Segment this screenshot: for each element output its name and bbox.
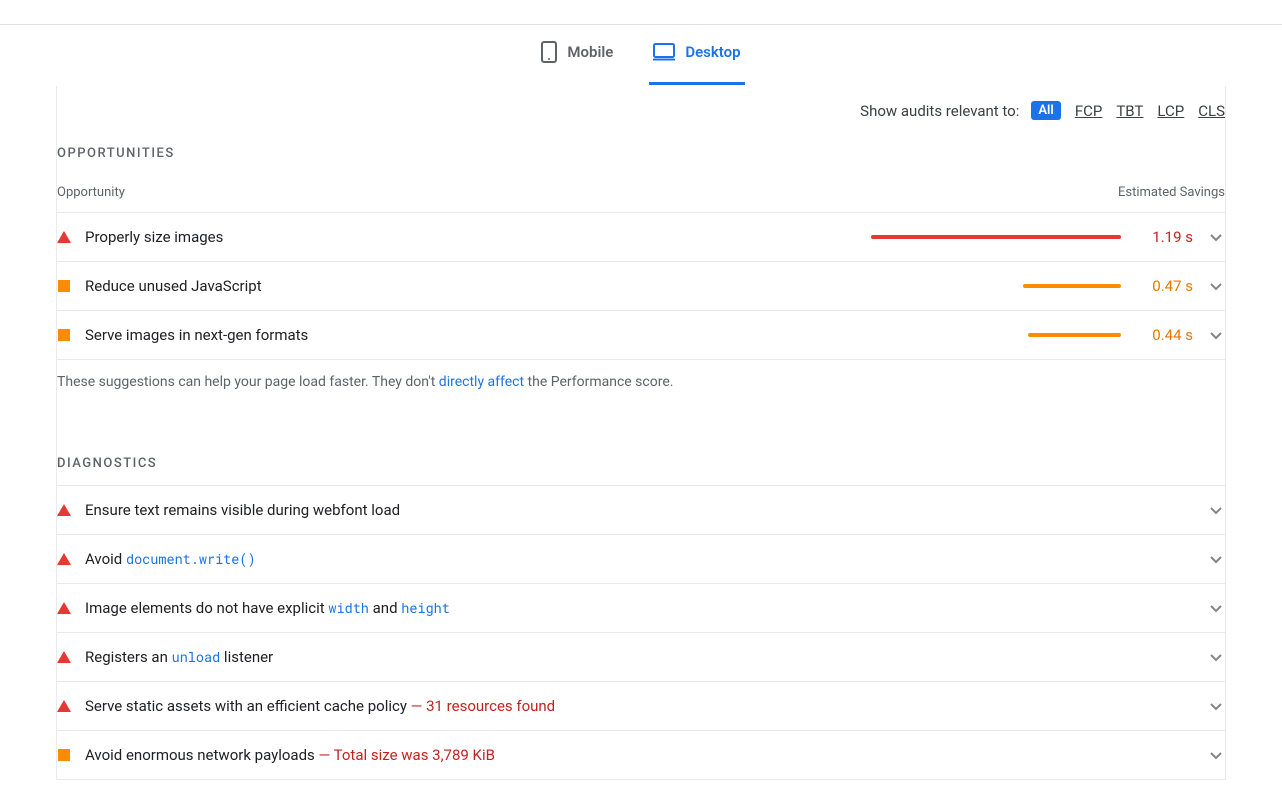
col-estimated-savings: Estimated Savings [1118,185,1225,200]
diagnostic-row[interactable]: Serve static assets with an efficient ca… [57,682,1225,731]
desktop-icon [653,43,675,61]
chevron-down-icon[interactable] [1207,699,1225,713]
savings-bar-area [871,284,1121,288]
savings-bar [1023,284,1121,288]
opportunity-row[interactable]: Properly size images 1.19 s [57,213,1225,262]
warn-square-icon [57,748,71,762]
diagnostic-label: Serve static assets with an efficient ca… [85,697,1193,715]
diagnostic-row[interactable]: Avoid enormous network payloads — Total … [57,731,1225,780]
opportunities-title: OPPORTUNITIES [57,120,1225,175]
tab-mobile[interactable]: Mobile [541,41,613,67]
opportunity-row[interactable]: Reduce unused JavaScript 0.47 s [57,262,1225,311]
diagnostics-title: DIAGNOSTICS [57,430,1225,485]
audit-filter-row: Show audits relevant to: All FCP TBT LCP… [57,86,1225,120]
tab-mobile-label: Mobile [567,43,613,61]
fail-triangle-icon [57,503,71,517]
footnote-pre: These suggestions can help your page loa… [57,374,439,390]
chevron-down-icon[interactable] [1207,230,1225,244]
diagnostic-label: Avoid enormous network payloads — Total … [85,746,1193,764]
savings-bar-area [871,235,1121,239]
savings-bar [1028,333,1121,337]
audit-filter-label: Show audits relevant to: [860,102,1019,120]
chevron-down-icon[interactable] [1207,503,1225,517]
top-border [0,0,1282,25]
footnote-link[interactable]: directly affect [439,374,524,390]
chevron-down-icon[interactable] [1207,328,1225,342]
diagnostic-label: Avoid document.write() [85,550,1193,568]
audit-filters: All FCP TBT LCP CLS [1031,101,1225,120]
chevron-down-icon[interactable] [1207,650,1225,664]
fail-triangle-icon [57,650,71,664]
diagnostic-row[interactable]: Registers an unload listener [57,633,1225,682]
mobile-icon [541,41,557,63]
opportunity-label: Reduce unused JavaScript [85,277,857,295]
tab-desktop[interactable]: Desktop [653,41,740,67]
chevron-down-icon[interactable] [1207,279,1225,293]
fail-triangle-icon [57,230,71,244]
warn-square-icon [57,328,71,342]
filter-all[interactable]: All [1031,101,1060,120]
savings-bar-area [871,333,1121,337]
device-tabs: Mobile Desktop [0,25,1282,86]
tab-desktop-label: Desktop [685,43,740,61]
savings-value: 0.47 s [1135,277,1193,295]
diagnostic-row[interactable]: Image elements do not have explicit widt… [57,584,1225,633]
chevron-down-icon[interactable] [1207,552,1225,566]
diagnostic-label: Image elements do not have explicit widt… [85,599,1193,617]
savings-value: 0.44 s [1135,326,1193,344]
opportunity-label: Serve images in next-gen formats [85,326,857,344]
chevron-down-icon[interactable] [1207,748,1225,762]
diagnostic-row[interactable]: Ensure text remains visible during webfo… [57,485,1225,535]
fail-triangle-icon [57,552,71,566]
savings-bar [871,235,1121,239]
filter-lcp[interactable]: LCP [1157,102,1184,120]
filter-cls[interactable]: CLS [1198,102,1225,120]
chevron-down-icon[interactable] [1207,601,1225,615]
diagnostic-label: Ensure text remains visible during webfo… [85,501,1193,519]
fail-triangle-icon [57,699,71,713]
diagnostic-label: Registers an unload listener [85,648,1193,666]
opportunity-label: Properly size images [85,228,857,246]
opportunities-footnote: These suggestions can help your page loa… [57,360,1225,430]
warn-square-icon [57,279,71,293]
filter-fcp[interactable]: FCP [1075,102,1103,120]
diagnostic-row[interactable]: Avoid document.write() [57,535,1225,584]
col-opportunity: Opportunity [57,185,125,200]
footnote-post: the Performance score. [524,374,673,390]
savings-value: 1.19 s [1135,228,1193,246]
opportunity-row[interactable]: Serve images in next-gen formats 0.44 s [57,311,1225,360]
filter-tbt[interactable]: TBT [1116,102,1143,120]
fail-triangle-icon [57,601,71,615]
